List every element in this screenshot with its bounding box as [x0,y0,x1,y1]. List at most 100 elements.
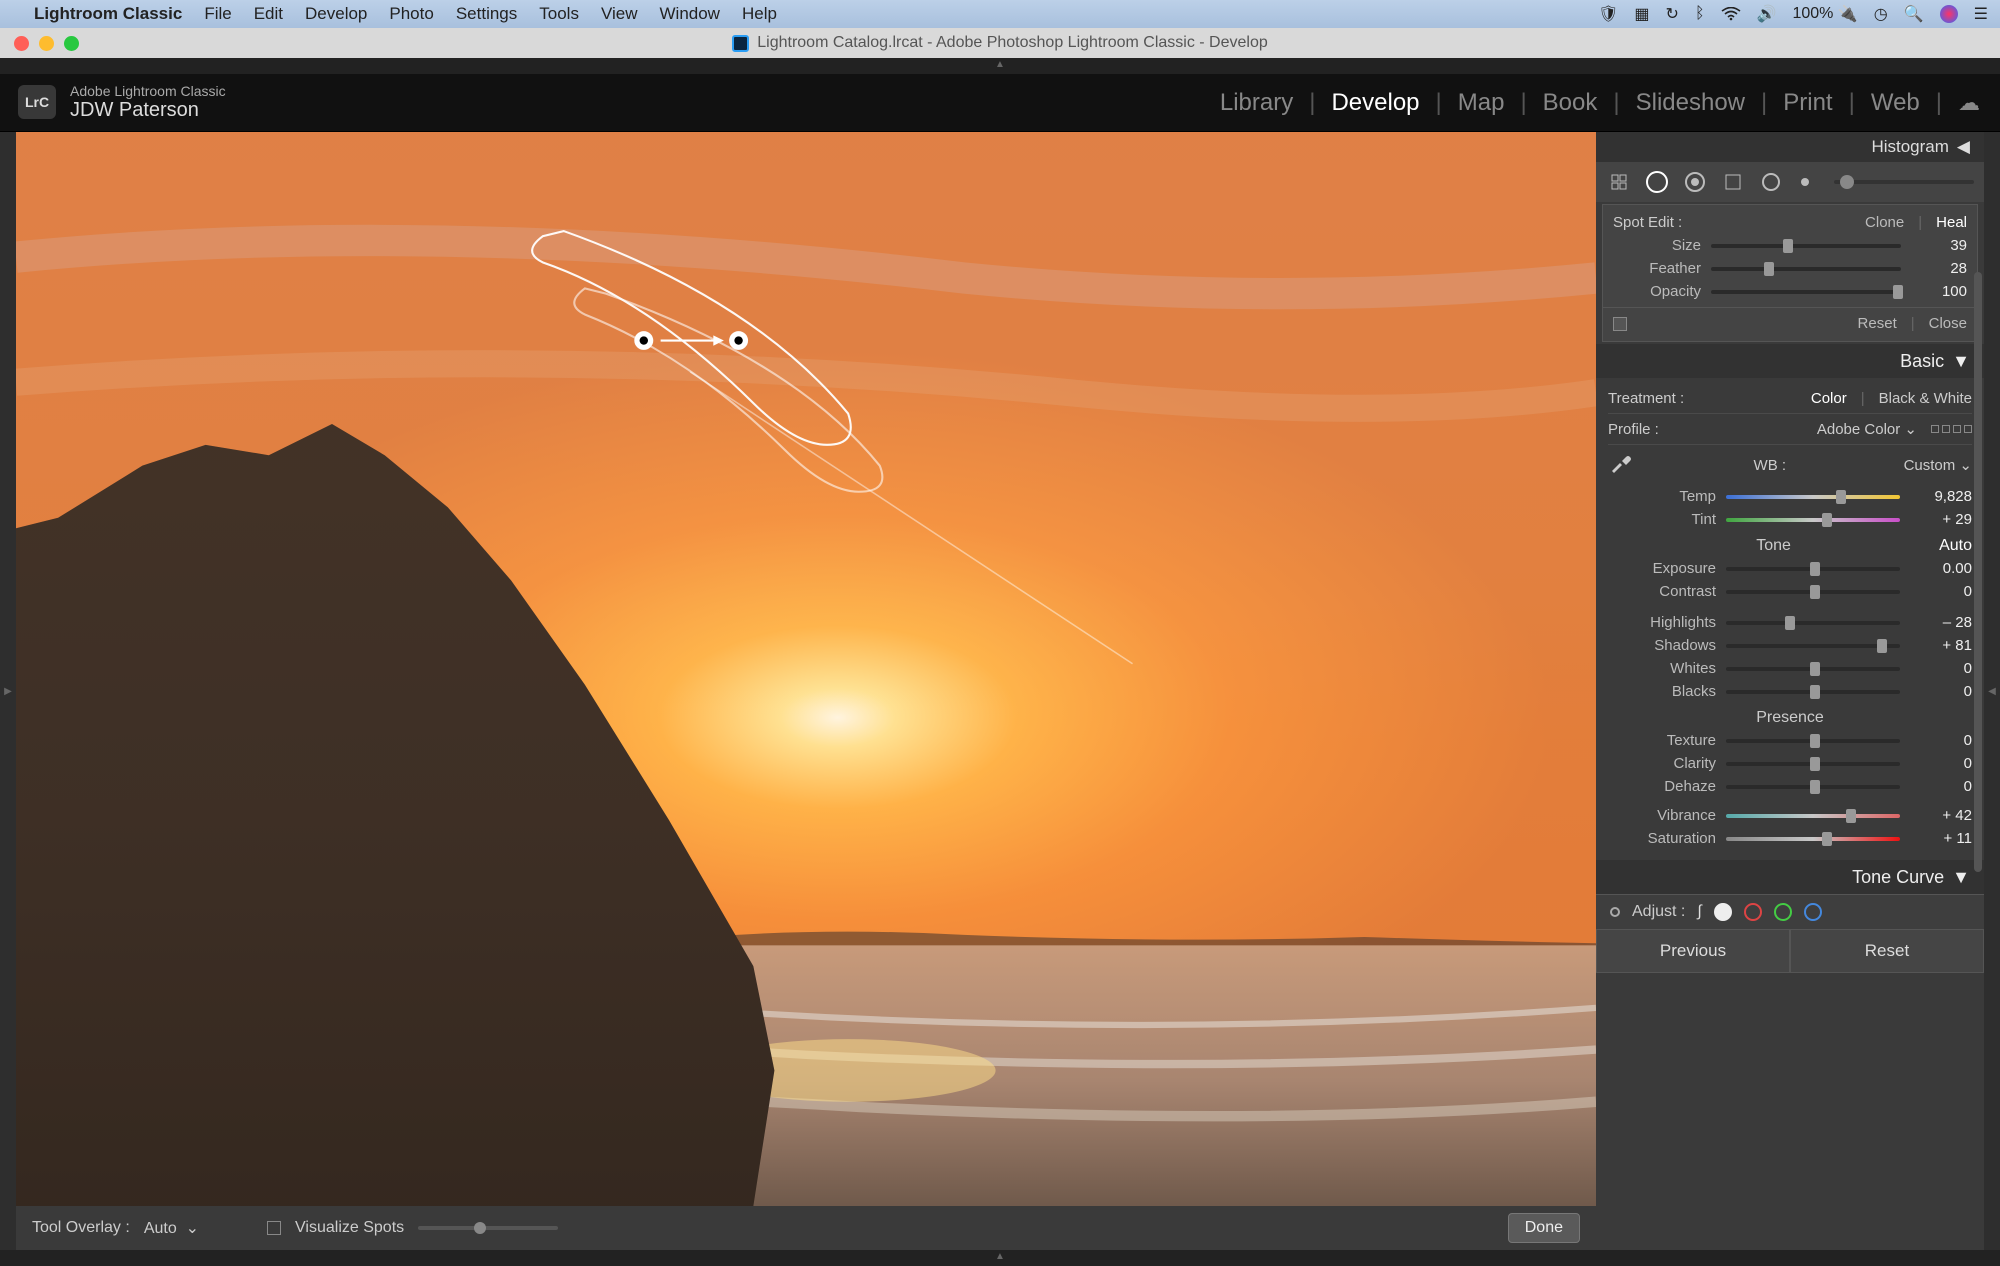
left-panel-expand[interactable]: ▶ [0,132,16,1250]
redeye-tool-icon[interactable] [1682,169,1708,195]
menubar-app-name[interactable]: Lightroom Classic [34,4,182,24]
texture-value[interactable]: 0 [1910,732,1972,749]
basic-panel-header[interactable]: Basic▼ [1596,344,1984,378]
previous-button[interactable]: Previous [1596,929,1790,973]
menu-edit[interactable]: Edit [254,4,283,24]
wb-dropdown[interactable]: Custom ⌄ [1904,456,1972,474]
auto-tone-button[interactable]: Auto [1939,537,1972,555]
treatment-bw-button[interactable]: Black & White [1879,390,1972,407]
texture-slider[interactable] [1726,739,1900,743]
menu-photo[interactable]: Photo [389,4,433,24]
profile-dropdown[interactable]: Adobe Color ⌄ [1817,420,1917,438]
status-wifi-icon[interactable] [1721,7,1741,21]
spot-size-slider[interactable] [1711,244,1901,248]
window-close-button[interactable] [14,36,29,51]
curve-rgb-icon[interactable] [1714,903,1732,921]
blacks-slider[interactable] [1726,690,1900,694]
graduated-filter-tool-icon[interactable] [1720,169,1746,195]
spot-heal-button[interactable]: Heal [1936,214,1967,231]
whites-value[interactable]: 0 [1910,660,1972,677]
treatment-color-button[interactable]: Color [1811,390,1847,407]
spot-close-button[interactable]: Close [1929,315,1967,332]
module-library[interactable]: Library [1220,89,1293,117]
tool-overlay-dropdown[interactable]: Auto ⌄ [144,1218,199,1238]
filmstrip-expand[interactable]: ▲ [0,1250,2000,1266]
contrast-value[interactable]: 0 [1910,583,1972,600]
vibrance-slider[interactable] [1726,814,1900,818]
spot-size-value[interactable]: 39 [1911,237,1967,254]
curve-parametric-icon[interactable]: ∫ [1697,903,1701,921]
spot-opacity-slider[interactable] [1711,290,1901,294]
spot-opacity-value[interactable]: 100 [1911,283,1967,300]
reset-button[interactable]: Reset [1790,929,1984,973]
status-spotlight-icon[interactable]: 🔍 [1904,4,1924,24]
status-bluetooth-icon[interactable]: ᛒ [1695,5,1705,23]
tone-curve-panel-header[interactable]: Tone Curve▼ [1596,860,1984,894]
saturation-slider[interactable] [1726,837,1900,841]
highlights-value[interactable]: – 28 [1910,614,1972,631]
right-panel-scrollbar[interactable] [1974,272,1982,872]
status-timemachine-icon[interactable]: ↻ [1666,4,1679,24]
dehaze-value[interactable]: 0 [1910,778,1972,795]
contrast-slider[interactable] [1726,590,1900,594]
done-button[interactable]: Done [1508,1213,1580,1243]
menu-window[interactable]: Window [660,4,720,24]
menu-help[interactable]: Help [742,4,777,24]
temp-value[interactable]: 9,828 [1910,488,1972,505]
status-siri-icon[interactable] [1940,5,1958,23]
spot-clone-button[interactable]: Clone [1865,214,1904,231]
menu-tools[interactable]: Tools [539,4,579,24]
temp-slider[interactable] [1726,495,1900,499]
vibrance-value[interactable]: + 42 [1910,807,1972,824]
exposure-slider[interactable] [1726,567,1900,571]
window-zoom-button[interactable] [64,36,79,51]
brush-tool-icon[interactable] [1796,169,1822,195]
crop-tool-icon[interactable] [1606,169,1632,195]
radial-filter-tool-icon[interactable] [1758,169,1784,195]
spot-feather-slider[interactable] [1711,267,1901,271]
module-web[interactable]: Web [1871,89,1920,117]
status-clock-icon[interactable]: ◷ [1874,4,1888,24]
module-develop[interactable]: Develop [1331,89,1419,117]
wb-eyedropper-icon[interactable] [1608,451,1636,479]
curve-green-icon[interactable] [1774,903,1792,921]
menu-develop[interactable]: Develop [305,4,367,24]
spot-feather-value[interactable]: 28 [1911,260,1967,277]
spot-toggle-switch[interactable] [1613,317,1627,331]
status-volume-icon[interactable]: 🔊 [1757,4,1777,24]
visualize-spots-checkbox[interactable] [267,1221,281,1235]
histogram-panel-header[interactable]: Histogram◀ [1596,132,1984,162]
spot-removal-tool-icon[interactable] [1644,169,1670,195]
status-cc-icon[interactable]: ▦ [1634,4,1649,24]
menu-view[interactable]: View [601,4,638,24]
tat-icon[interactable] [1610,907,1620,917]
clarity-value[interactable]: 0 [1910,755,1972,772]
top-panel-collapse[interactable]: ▲ [0,58,2000,74]
module-map[interactable]: Map [1458,89,1505,117]
highlights-slider[interactable] [1726,621,1900,625]
shadows-slider[interactable] [1726,644,1900,648]
tint-slider[interactable] [1726,518,1900,522]
dehaze-slider[interactable] [1726,785,1900,789]
curve-blue-icon[interactable] [1804,903,1822,921]
menu-settings[interactable]: Settings [456,4,517,24]
whites-slider[interactable] [1726,667,1900,671]
cloud-sync-icon[interactable]: ☁ [1958,90,1980,116]
window-minimize-button[interactable] [39,36,54,51]
module-slideshow[interactable]: Slideshow [1636,89,1745,117]
menu-file[interactable]: File [204,4,231,24]
shadows-value[interactable]: + 81 [1910,637,1972,654]
module-book[interactable]: Book [1543,89,1598,117]
visualize-spots-slider[interactable] [418,1226,558,1230]
profile-browser-icon[interactable] [1931,425,1972,433]
develop-canvas[interactable] [16,132,1596,1206]
curve-red-icon[interactable] [1744,903,1762,921]
exposure-value[interactable]: 0.00 [1910,560,1972,577]
status-shield-icon[interactable]: 🛡 [1598,4,1618,24]
blacks-value[interactable]: 0 [1910,683,1972,700]
status-control-center-icon[interactable]: ☰ [1974,4,1988,24]
tint-value[interactable]: + 29 [1910,511,1972,528]
clarity-slider[interactable] [1726,762,1900,766]
right-panel-collapse[interactable]: ◀ [1984,132,2000,1250]
spot-reset-button[interactable]: Reset [1858,315,1897,332]
